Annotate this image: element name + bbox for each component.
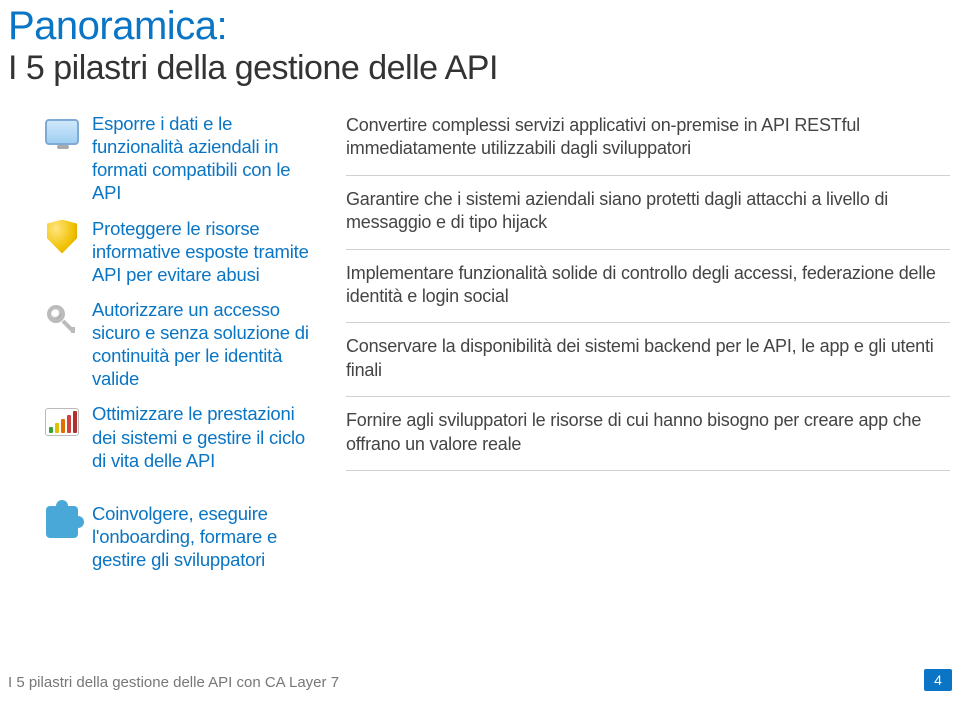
puzzle-icon: [42, 502, 82, 542]
shield-icon: [42, 217, 82, 257]
pillar-row-authorize: Autorizzare un accesso sicuro e senza so…: [42, 298, 320, 391]
descriptions-column: Convertire complessi servizi applicativi…: [346, 112, 950, 571]
pillar-label: Autorizzare un accesso sicuro e senza so…: [92, 298, 320, 391]
divider: [346, 322, 950, 323]
pillar-description: Implementare funzionalità solide di cont…: [346, 260, 950, 317]
monitor-icon: [42, 112, 82, 152]
content-grid: Esporre i dati e le funzionalità azienda…: [0, 112, 960, 571]
pillar-label: Coinvolgere, eseguire l'onboarding, form…: [92, 502, 320, 571]
bar-chart-icon: [42, 402, 82, 442]
divider: [346, 175, 950, 176]
divider: [346, 249, 950, 250]
key-icon: [42, 298, 82, 338]
pillars-column: Esporre i dati e le funzionalità azienda…: [10, 112, 320, 571]
pillar-description: Conservare la disponibilità dei sistemi …: [346, 333, 950, 390]
pillar-description: Convertire complessi servizi applicativi…: [346, 112, 950, 169]
divider: [346, 470, 950, 471]
pillar-row-protect: Proteggere le risorse informative espost…: [42, 217, 320, 286]
pillar-label: Esporre i dati e le funzionalità azienda…: [92, 112, 320, 205]
pillar-row-expose: Esporre i dati e le funzionalità azienda…: [42, 112, 320, 205]
pillar-label: Ottimizzare le prestazioni dei sistemi e…: [92, 402, 320, 471]
pillar-row-engage: Coinvolgere, eseguire l'onboarding, form…: [42, 502, 320, 571]
pillar-label: Proteggere le risorse informative espost…: [92, 217, 320, 286]
page-number-badge: 4: [924, 669, 952, 691]
divider: [346, 396, 950, 397]
pillar-description: Fornire agli sviluppatori le risorse di …: [346, 407, 950, 464]
page-title: Panoramica:: [0, 0, 960, 49]
pillar-description: Garantire che i sistemi aziendali siano …: [346, 186, 950, 243]
footer-text: I 5 pilastri della gestione delle API co…: [8, 674, 339, 691]
page-subtitle: I 5 pilastri della gestione delle API: [0, 49, 960, 112]
pillar-row-optimize: Ottimizzare le prestazioni dei sistemi e…: [42, 402, 320, 471]
footer: I 5 pilastri della gestione delle API co…: [8, 669, 952, 691]
